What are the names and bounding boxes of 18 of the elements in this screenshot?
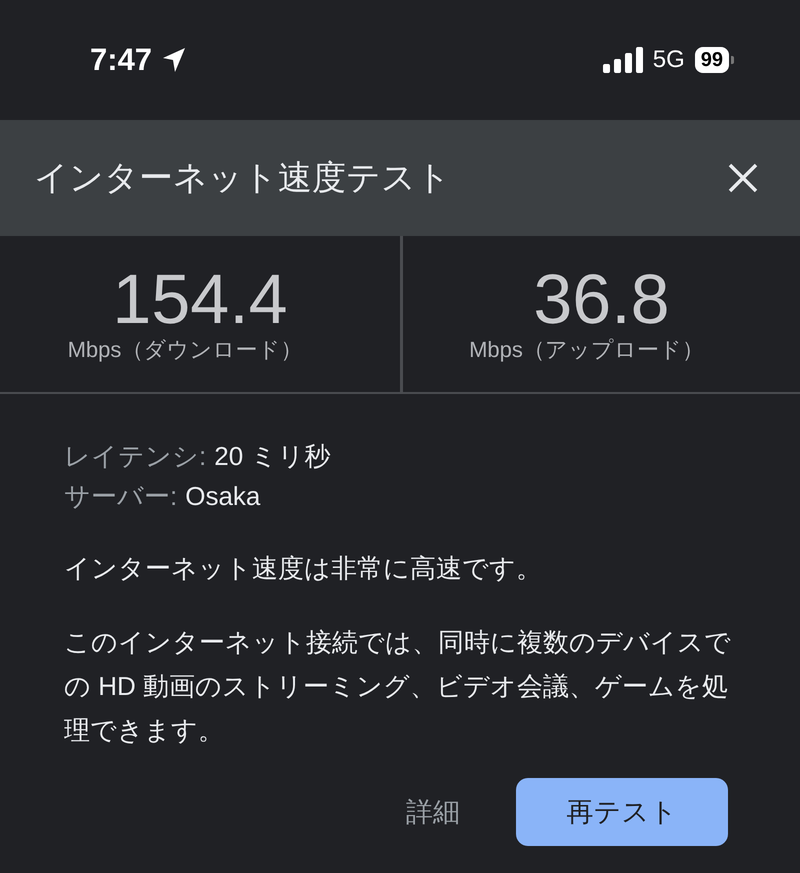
- location-arrow-icon: [162, 47, 186, 73]
- battery-level: 99: [694, 47, 729, 73]
- speed-value: 36.8: [533, 263, 670, 335]
- speed-summary: インターネット速度は非常に高速です。: [64, 552, 543, 585]
- detail-label: サーバー:: [64, 480, 178, 513]
- detail-label: レイテンシ:: [64, 440, 206, 473]
- speed-value: 154.4: [112, 263, 288, 335]
- speed-description: このインターネット接続では、同時に複数のデバイスでの HD 動画のストリーミング、ビデオ会議、ゲームを処理できます。: [64, 626, 732, 747]
- detail-value: 20 ミリ秒: [214, 440, 330, 473]
- retest-button[interactable]: 再テスト: [516, 778, 728, 846]
- speed-unit: Mbps（アップロード）: [469, 336, 704, 364]
- signal-icon: [602, 47, 643, 73]
- speed-unit: Mbps（ダウンロード）: [68, 336, 302, 364]
- dialog-title: インターネット速度テスト: [34, 158, 451, 199]
- clock-time: 7:47: [90, 42, 152, 78]
- detail-value: Osaka: [185, 480, 260, 513]
- details-button[interactable]: 詳細: [400, 793, 466, 831]
- network-type: 5G: [652, 46, 685, 74]
